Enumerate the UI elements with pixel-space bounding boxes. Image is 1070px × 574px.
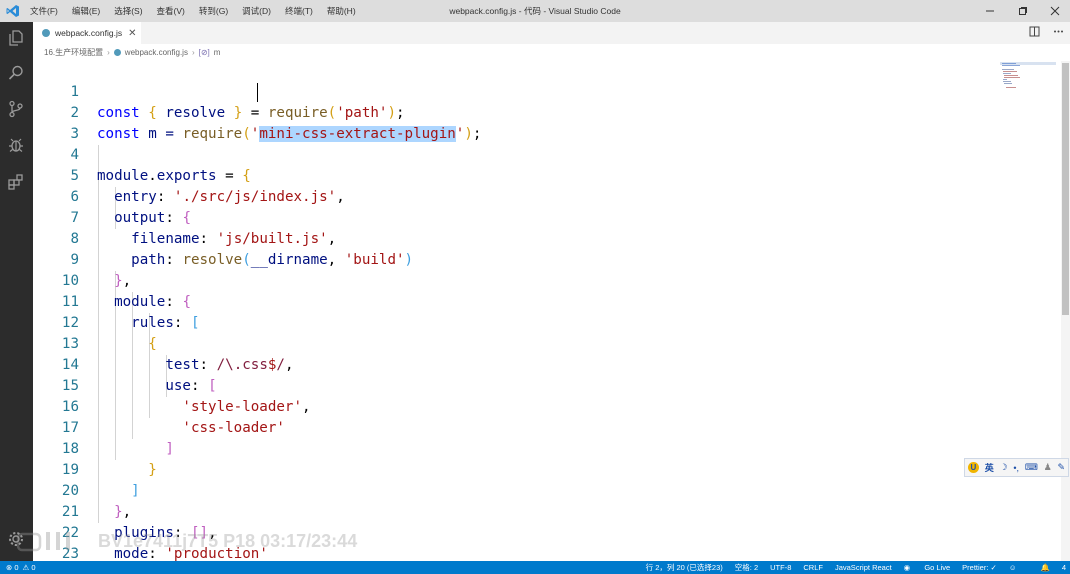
split-editor-icon	[1029, 26, 1039, 37]
breadcrumb-file[interactable]: webpack.config.js	[125, 48, 188, 57]
source-control-icon	[9, 100, 23, 118]
breadcrumb-separator: ›	[191, 48, 195, 57]
tab-label: webpack.config.js	[55, 28, 123, 38]
feedback-icon[interactable]: ☺	[1009, 563, 1017, 572]
notifications-icon[interactable]: 🔔 4	[1028, 563, 1066, 572]
variable-symbol-icon: [⊘]	[198, 48, 210, 57]
encoding[interactable]: UTF-8	[770, 563, 791, 572]
debug-button[interactable]	[6, 135, 26, 155]
code-line: 19 ]	[33, 439, 993, 499]
menu-edit[interactable]: 编辑(E)	[72, 5, 100, 17]
bilibili-logo-icon	[14, 528, 94, 554]
tab-webpack-config[interactable]: webpack.config.js ✕	[33, 22, 141, 44]
activity-bar	[0, 22, 33, 561]
maximize-button[interactable]	[1008, 0, 1038, 22]
extensions-button[interactable]	[6, 172, 26, 192]
code-line: 5 entry: './src/js/index.js',	[33, 145, 993, 205]
cursor-position[interactable]: 行 2，列 20 (已选择23)	[646, 562, 723, 573]
source-control-button[interactable]	[6, 99, 26, 119]
webpack-file-icon	[113, 49, 121, 56]
minimize-icon	[986, 10, 994, 12]
code-line: 2 const m = require('mini-css-extract-pl…	[33, 82, 993, 142]
breadcrumb-symbol[interactable]: m	[214, 48, 221, 57]
code-line: 8 path: resolve(__dirname, 'build')	[33, 208, 993, 268]
code-line: 7 filename: 'js/built.js',	[33, 187, 993, 247]
search-button[interactable]	[6, 63, 26, 83]
code-line: 9 },	[33, 229, 993, 289]
menu-file[interactable]: 文件(F)	[30, 5, 58, 17]
code-line: 22 mode: 'production'	[33, 502, 993, 561]
status-bar: ⊗ 0 ⚠ 0 行 2，列 20 (已选择23) 空格: 2 UTF-8 CRL…	[0, 561, 1070, 574]
menu-selection[interactable]: 选择(S)	[114, 5, 142, 17]
code-line: 12 {	[33, 292, 993, 352]
punctuation-icon[interactable]: •,	[1013, 463, 1019, 473]
video-watermark: BV1e7411j7T5 P18 03:17/23:44	[98, 531, 358, 551]
keyboard-icon[interactable]: ⌨	[1025, 462, 1038, 473]
webpack-file-icon	[42, 29, 50, 37]
menu-bar: 文件(F) 编辑(E) 选择(S) 查看(V) 转到(G) 调试(D) 终端(T…	[30, 0, 370, 22]
scrollbar-thumb[interactable]	[1062, 63, 1069, 315]
code-line: 20 },	[33, 460, 993, 520]
code-line: 17 ]	[33, 397, 993, 457]
code-line: 4 module.exports = {	[33, 124, 993, 184]
split-editor-button[interactable]	[1022, 26, 1046, 40]
line-ending[interactable]: CRLF	[803, 563, 823, 572]
code-line: 18 }	[33, 418, 993, 478]
code-line: 3	[33, 103, 993, 142]
breadcrumb-folder[interactable]: 16.生产环境配置	[44, 47, 103, 58]
warnings-count[interactable]: ⚠ 0	[23, 563, 36, 572]
menu-view[interactable]: 查看(V)	[157, 5, 185, 17]
explorer-button[interactable]	[6, 28, 26, 48]
code-line: 6 output: {	[33, 166, 993, 226]
code-editor[interactable]: 1 const { resolve } = require('path'); 2…	[33, 61, 1058, 561]
menu-debug[interactable]: 调试(D)	[242, 5, 271, 17]
code-line: 13 test: /\.css$/,	[33, 313, 993, 373]
bug-icon	[9, 138, 23, 152]
restore-icon	[1019, 7, 1027, 15]
ime-logo-icon: U	[967, 462, 979, 473]
ime-toolbar[interactable]: U 英 ☽ •, ⌨ ♟ ✎	[964, 458, 1069, 477]
code-line: 15 'style-loader',	[33, 355, 993, 415]
more-actions-button[interactable]	[1046, 26, 1070, 40]
extensions-icon	[8, 174, 23, 190]
menu-go[interactable]: 转到(G)	[199, 5, 228, 17]
code-line: 14 use: [	[33, 334, 993, 394]
code-line: 1 const { resolve } = require('path');	[33, 61, 993, 121]
code-line: 11 rules: [	[33, 271, 993, 331]
language-mode[interactable]: JavaScript React	[835, 563, 892, 572]
ime-language[interactable]: 英	[985, 461, 994, 474]
close-window-button[interactable]	[1040, 0, 1070, 22]
code-line: 21 plugins: [],	[33, 481, 993, 541]
prettier-status[interactable]: Prettier: ✓	[962, 563, 997, 572]
menu-terminal[interactable]: 终端(T)	[285, 5, 313, 17]
breadcrumb-separator: ›	[107, 48, 110, 57]
search-icon	[8, 65, 23, 80]
indentation[interactable]: 空格: 2	[735, 562, 758, 573]
text-cursor	[257, 83, 258, 102]
close-icon	[1050, 6, 1060, 16]
vscode-logo-icon	[6, 5, 19, 17]
ellipsis-icon	[1053, 30, 1063, 33]
tab-close-button[interactable]: ✕	[128, 28, 136, 39]
errors-count[interactable]: ⊗ 0	[6, 563, 19, 572]
code-line: 10 module: {	[33, 250, 993, 310]
code-line: 16 'css-loader'	[33, 376, 993, 436]
files-icon	[9, 30, 23, 46]
moon-icon[interactable]: ☽	[1000, 462, 1008, 473]
tab-bar: webpack.config.js ✕	[33, 22, 1070, 44]
minimap[interactable]	[1000, 62, 1056, 102]
go-live-button[interactable]: ◉ Go Live	[904, 563, 951, 572]
editor-actions	[1022, 22, 1070, 44]
minimize-button[interactable]	[975, 0, 1005, 22]
menu-help[interactable]: 帮助(H)	[327, 5, 356, 17]
title-bar: 文件(F) 编辑(E) 选择(S) 查看(V) 转到(G) 调试(D) 终端(T…	[0, 0, 1070, 22]
wrench-icon[interactable]: ✎	[1058, 462, 1066, 473]
breadcrumb: 16.生产环境配置 › webpack.config.js › [⊘] m	[33, 44, 1033, 61]
user-icon[interactable]: ♟	[1044, 462, 1052, 473]
